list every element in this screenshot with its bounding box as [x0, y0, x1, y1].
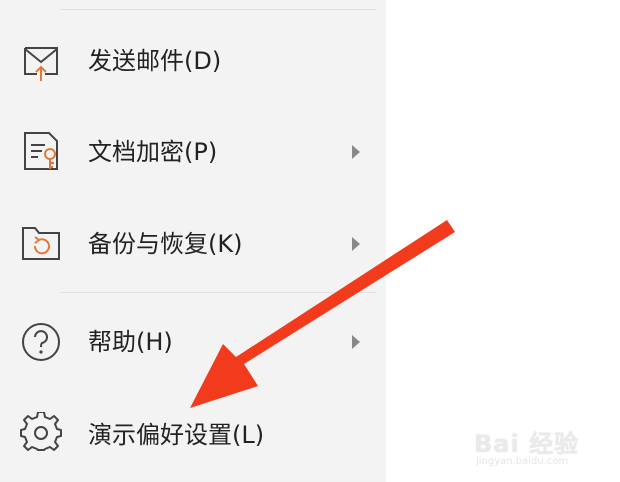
folder-restore-icon	[20, 222, 62, 264]
menu-item-send-mail[interactable]: 发送邮件(D)	[0, 22, 386, 102]
gear-icon	[20, 412, 62, 454]
menu-item-label: 帮助(H)	[88, 328, 173, 356]
menu-item-label: 演示偏好设置(L)	[88, 421, 265, 449]
document-key-icon	[20, 130, 62, 172]
menu-item-label: 发送邮件(D)	[88, 47, 222, 75]
menu-item-label: 文档加密(P)	[88, 138, 218, 166]
menu-item-backup-restore[interactable]: 备份与恢复(K)	[0, 204, 386, 284]
help-circle-icon	[20, 321, 62, 363]
menu-item-presentation-preferences[interactable]: 演示偏好设置(L)	[0, 394, 386, 474]
divider	[60, 9, 376, 10]
divider	[60, 292, 376, 293]
menu-panel: 发送邮件(D) 文档加密(P) 备份与恢复(K) 帮助(H) 演示偏好设置(L)	[0, 0, 386, 482]
menu-item-help[interactable]: 帮助(H)	[0, 302, 386, 382]
chevron-right-icon	[350, 334, 362, 350]
watermark-url: jingyan.baidu.com	[476, 456, 569, 467]
watermark: Bai 经验 jingyan.baidu.com	[474, 424, 614, 476]
mail-send-icon	[20, 41, 62, 83]
watermark-logo: Bai 经验	[474, 430, 580, 458]
menu-item-document-encrypt[interactable]: 文档加密(P)	[0, 112, 386, 192]
chevron-right-icon	[350, 236, 362, 252]
chevron-right-icon	[350, 144, 362, 160]
menu-item-label: 备份与恢复(K)	[88, 230, 243, 258]
